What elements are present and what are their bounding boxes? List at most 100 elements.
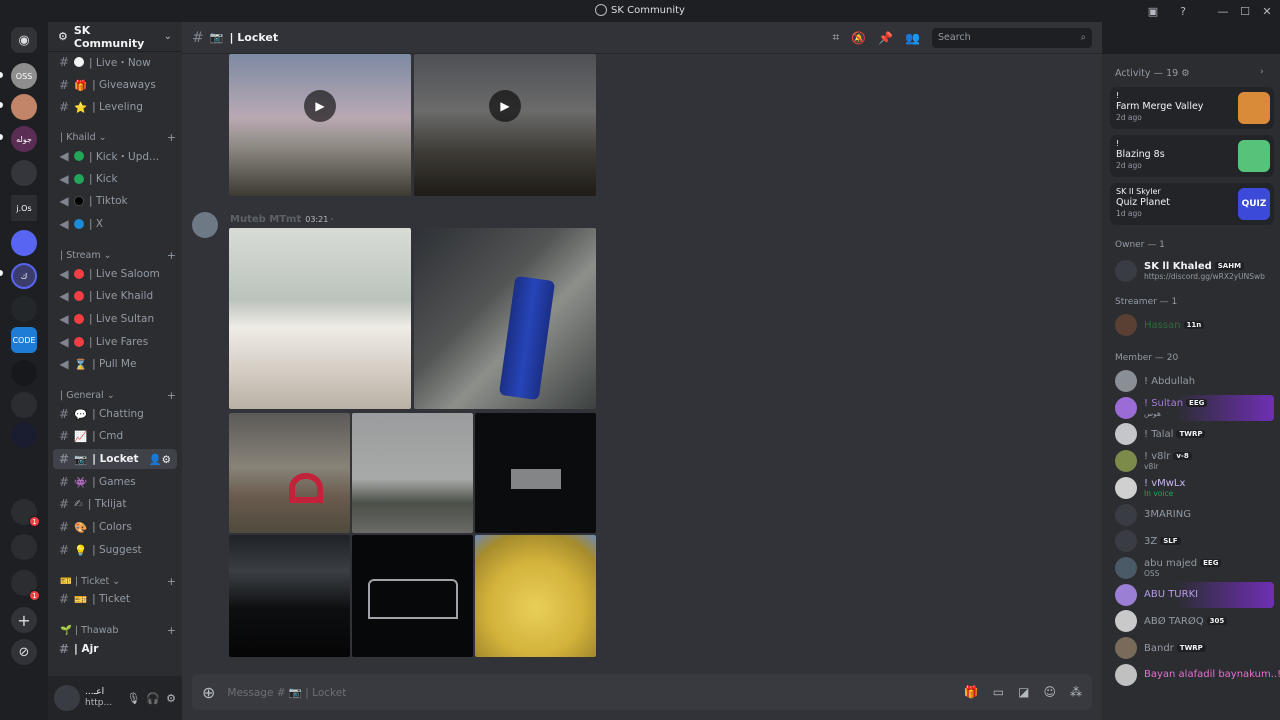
member-row[interactable]: ! Talal TWRP (1110, 421, 1274, 447)
gif-icon[interactable]: ▭ (993, 685, 1004, 699)
add-channel-icon[interactable]: + (167, 389, 176, 402)
activity-card[interactable]: ! Farm Merge Valley 2d ago (1110, 87, 1274, 129)
channel-kick[interactable]: ◀ | Kick (53, 169, 177, 189)
image-attachment[interactable] (414, 228, 596, 409)
channel-pull-me[interactable]: ◀ ⌛ | Pull Me (53, 354, 177, 374)
settings-gear-icon[interactable]: ⚙ (166, 692, 176, 705)
image-attachment[interactable] (352, 535, 473, 657)
discord-home-icon[interactable]: ◉ (11, 27, 37, 53)
member-row[interactable]: ! Sultan EEG هوس (1110, 394, 1274, 421)
message-author[interactable]: Muteb MTmt (230, 214, 301, 225)
channel-locket[interactable]: # 📷 | Locket 👤⚙ (53, 449, 177, 469)
add-channel-icon[interactable]: + (167, 249, 176, 262)
channel-live-saloom[interactable]: ◀ | Live Saloom (53, 264, 177, 284)
play-icon[interactable]: ▶ (489, 90, 521, 122)
image-attachment[interactable] (229, 535, 350, 657)
member-streamer[interactable]: Hassan 11n (1110, 312, 1274, 338)
maximize-button[interactable]: ☐ (1234, 3, 1256, 19)
channel-tklijat[interactable]: # ✍ | Tklijat (53, 494, 177, 514)
channel-x[interactable]: ◀ | X (53, 214, 177, 234)
member-row[interactable]: ! Abdullah (1110, 368, 1274, 394)
member-row[interactable]: ABØ TARØQ 305 (1110, 608, 1274, 634)
add-attachment-icon[interactable]: ⊕ (202, 683, 215, 702)
category-general[interactable]: | General ⌄ + (60, 388, 176, 402)
image-attachment[interactable] (475, 413, 596, 533)
inbox-icon[interactable]: ▣ (1142, 3, 1164, 19)
add-channel-icon[interactable]: + (167, 131, 176, 144)
pin-icon[interactable]: 📌 (878, 31, 893, 45)
member-row[interactable]: abu majed EEG OSS (1110, 555, 1274, 581)
message-author-avatar[interactable] (192, 212, 218, 238)
message-composer[interactable]: ⊕ Message # 📷 | Locket 🎁 ▭ ◪ ☺ ⁂ (192, 674, 1092, 710)
channel-games[interactable]: # 👾 | Games (53, 472, 177, 492)
server-header[interactable]: ⚙ SK Community ⌄ (48, 22, 182, 52)
emoji-icon[interactable]: ☺ (1043, 685, 1056, 699)
server-icon-4[interactable] (11, 160, 37, 186)
activity-card[interactable]: SK II Skyler Quiz Planet 1d ago QUIZ (1110, 183, 1274, 225)
video-attachment[interactable]: ▶ (414, 54, 596, 196)
server-icon-2[interactable] (11, 94, 37, 120)
channel-kick-updates[interactable]: ◀ | Kick・Upd... (53, 146, 177, 166)
activity-header[interactable]: Activity — 19 ⚙ (1115, 68, 1190, 79)
add-channel-icon[interactable]: + (167, 624, 176, 637)
channel-live-sultan[interactable]: ◀ | Live Sultan (53, 309, 177, 329)
minimize-button[interactable]: — (1212, 3, 1234, 19)
server-icon-1[interactable]: OSS (11, 63, 37, 89)
chevron-right-icon[interactable]: › (1260, 67, 1264, 77)
member-row[interactable]: Bayan alafadil baynakum..! (1110, 662, 1280, 688)
server-folder-2[interactable] (11, 534, 37, 560)
help-icon[interactable]: ? (1172, 3, 1194, 19)
threads-icon[interactable]: ⌗ (832, 30, 839, 45)
close-button[interactable]: ✕ (1256, 3, 1278, 19)
sk-community-server-icon[interactable]: ك (11, 263, 37, 289)
play-icon[interactable]: ▶ (304, 90, 336, 122)
notification-bell-muted-icon[interactable]: 🔕 (851, 31, 866, 45)
member-row[interactable]: ABU TURKI (1110, 581, 1274, 608)
member-row[interactable]: Bandr TWRP (1110, 635, 1274, 661)
channel-giveaways[interactable]: # 🎁 | Giveaways (53, 75, 177, 95)
member-owner[interactable]: SK ll Khaled SAHM https://discord.gg/wRX2… (1110, 256, 1274, 286)
category-khaild[interactable]: | Khaild ⌄ + (60, 130, 176, 144)
image-attachment[interactable] (229, 413, 350, 533)
category-thawab[interactable]: 🌱 | Thawab + (60, 623, 176, 637)
server-icon-3[interactable]: جوله (11, 126, 37, 152)
channel-ticket[interactable]: # 🎫 | Ticket (53, 589, 177, 609)
image-attachment[interactable] (475, 535, 596, 657)
add-channel-icon[interactable]: + (167, 575, 176, 588)
microphone-icon[interactable]: 🎙 (126, 692, 140, 705)
server-icon-12[interactable] (11, 422, 37, 448)
invite-and-settings-icons[interactable]: 👤⚙ (149, 453, 172, 466)
add-server-icon[interactable]: + (11, 607, 37, 633)
channel-chatting[interactable]: # 💬 | Chatting (53, 404, 177, 424)
sticker-icon[interactable]: ◪ (1018, 685, 1029, 699)
user-avatar[interactable] (54, 685, 80, 711)
server-icon-11[interactable] (11, 392, 37, 418)
member-row[interactable]: 3MARING (1110, 502, 1274, 528)
server-icon-9[interactable]: CODE (11, 327, 37, 353)
message-input[interactable]: Message # 📷 | Locket (227, 686, 346, 699)
member-row[interactable]: ! vMwLx In voice (1110, 475, 1274, 501)
headphones-icon[interactable]: 🎧 (146, 692, 160, 705)
channel-tiktok[interactable]: ◀ | Tiktok (53, 191, 177, 211)
channel-live-khaild[interactable]: ◀ | Live Khaild (53, 286, 177, 306)
server-icon-5[interactable]: j.Os (11, 195, 37, 221)
image-attachment[interactable] (229, 228, 411, 409)
channel-live-fares[interactable]: ◀ | Live Fares (53, 332, 177, 352)
server-icon-8[interactable] (11, 296, 37, 322)
image-attachment[interactable] (352, 413, 473, 533)
channel-cmd[interactable]: # 📈 | Cmd (53, 426, 177, 446)
member-list-icon[interactable]: 👥 (905, 31, 920, 45)
server-icon-10[interactable] (11, 360, 37, 386)
member-row[interactable]: ! v8lr v-8 v8lr (1110, 448, 1274, 474)
channel-live-now[interactable]: # | Live・Now (53, 52, 177, 72)
category-stream[interactable]: | Stream ⌄ + (60, 248, 176, 262)
search-input[interactable]: Search ⌕ (932, 27, 1092, 48)
channel-leveling[interactable]: # ⭐ | Leveling (53, 97, 177, 117)
channel-suggest[interactable]: # 💡 | Suggest (53, 540, 177, 560)
activity-card[interactable]: ! Blazing 8s 2d ago (1110, 135, 1274, 177)
apps-icon[interactable]: ⁂ (1070, 685, 1082, 699)
discover-icon[interactable]: ⊘ (11, 639, 37, 665)
gift-icon[interactable]: 🎁 (964, 685, 979, 699)
member-row[interactable]: 3Z SLF (1110, 528, 1274, 554)
channel-colors[interactable]: # 🎨 | Colors (53, 517, 177, 537)
